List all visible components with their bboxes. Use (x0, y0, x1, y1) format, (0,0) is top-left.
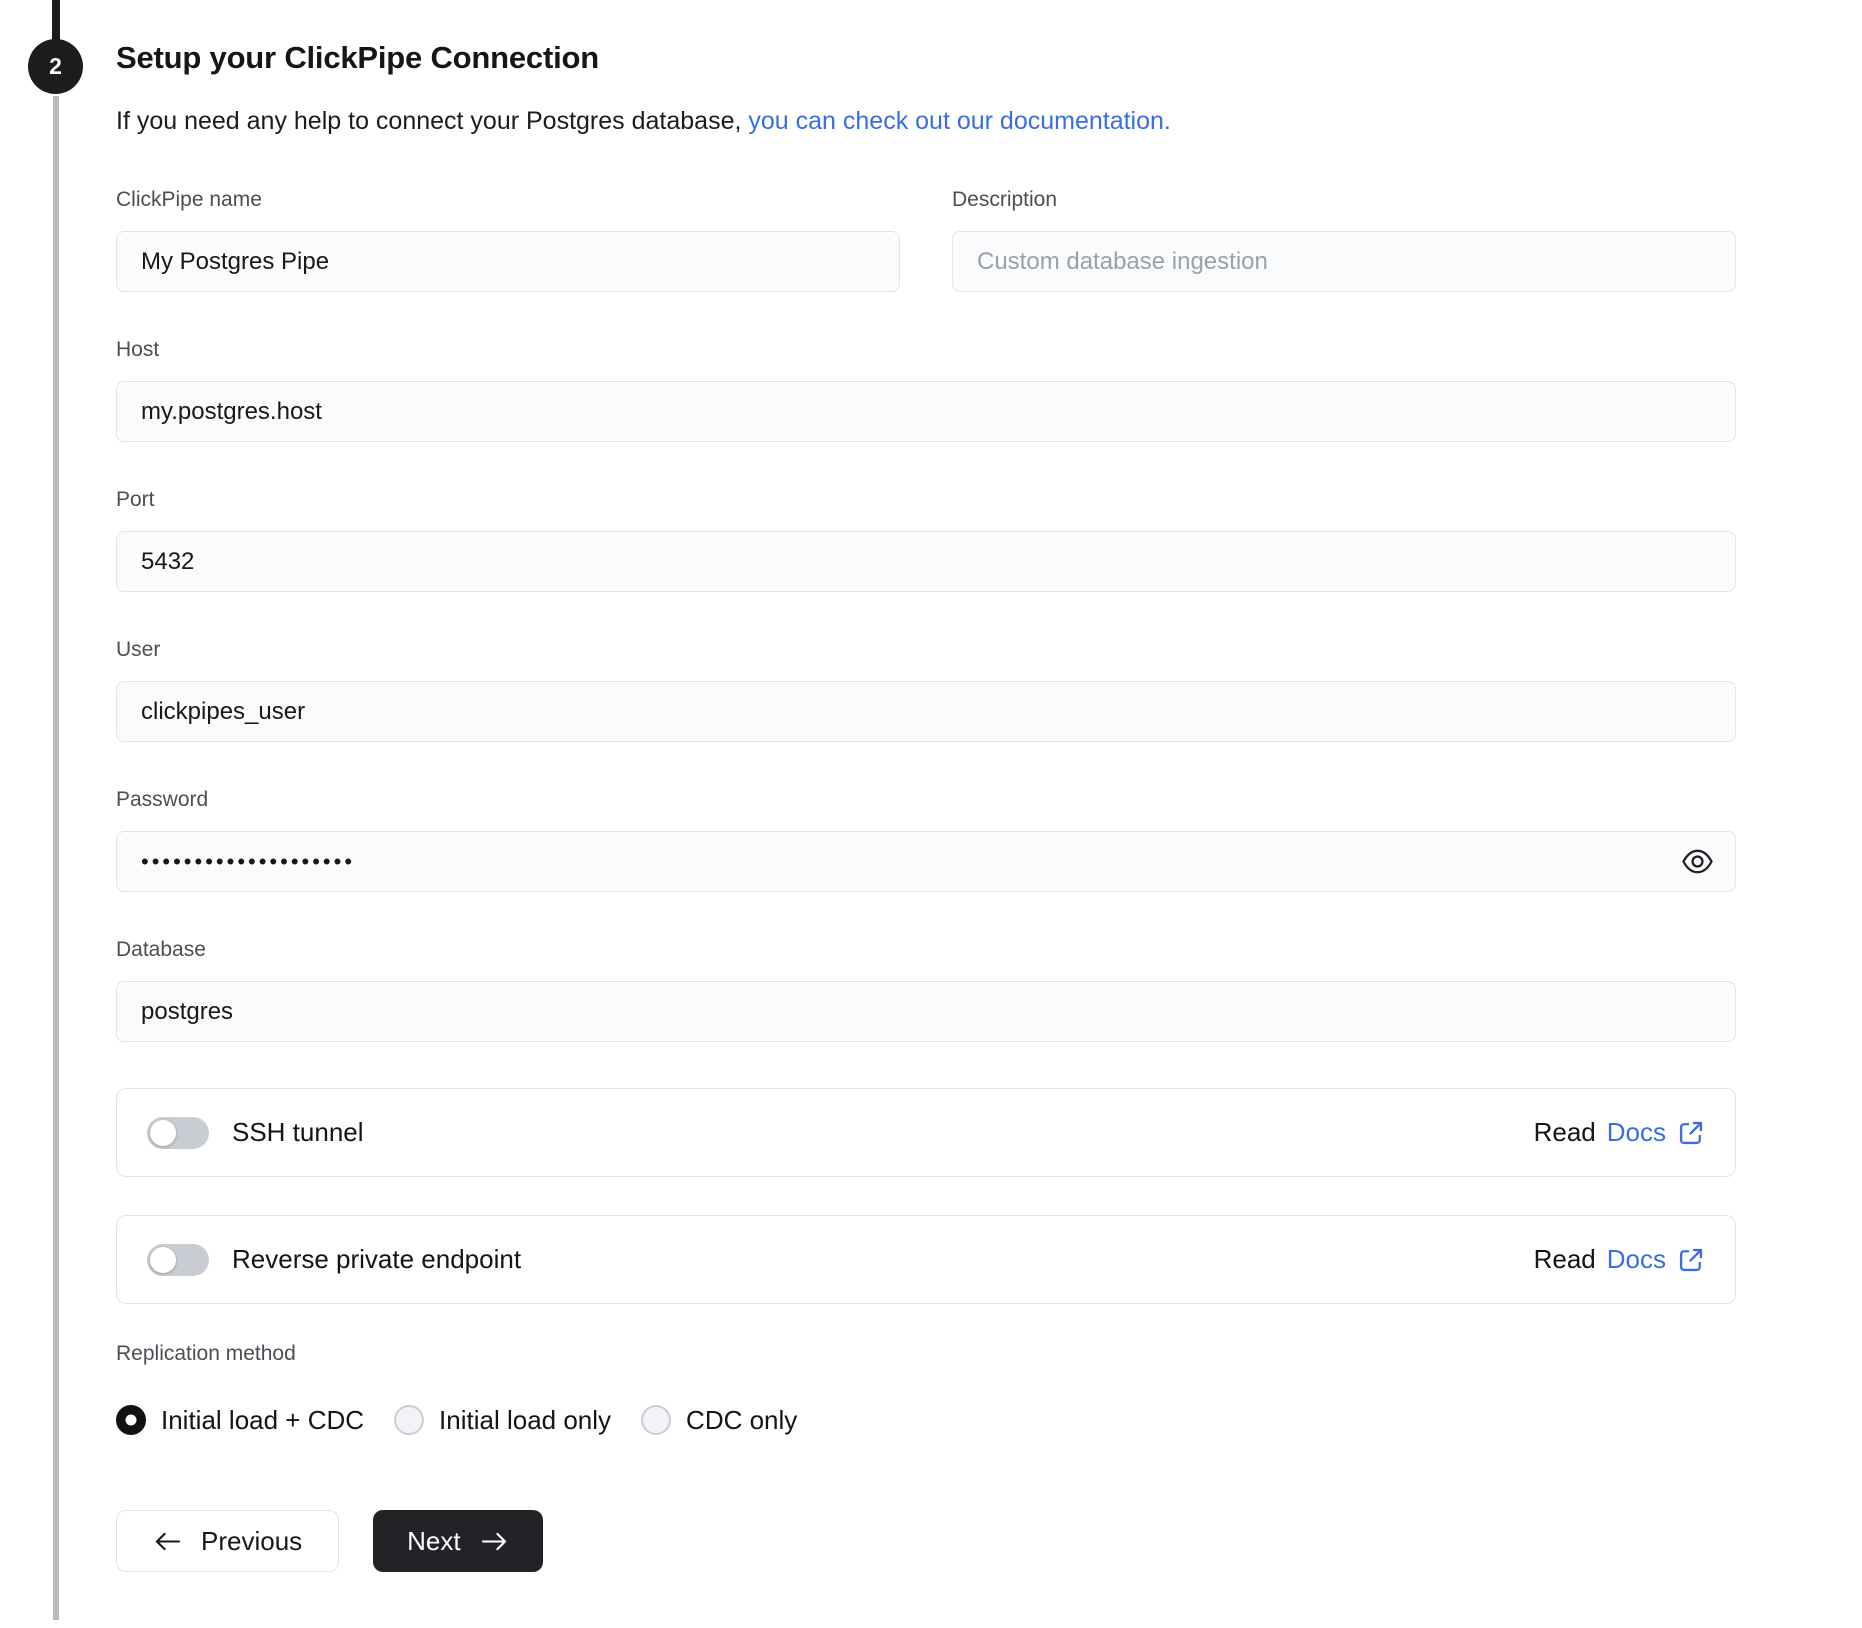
radio-option-initial-load-cdc[interactable]: Initial load + CDC (116, 1405, 364, 1436)
port-label: Port (116, 488, 155, 511)
host-label: Host (116, 338, 160, 361)
password-input[interactable] (116, 831, 1736, 892)
step-rail-top (52, 0, 60, 40)
clickpipe-name-input[interactable] (116, 231, 900, 292)
arrow-right-icon (480, 1530, 509, 1553)
external-link-icon[interactable] (1677, 1119, 1705, 1147)
host-input[interactable] (116, 381, 1736, 442)
help-text: If you need any help to connect your Pos… (116, 106, 1736, 136)
read-text: Read (1533, 1117, 1596, 1147)
port-field-group: Port (116, 488, 1736, 592)
radio-label: CDC only (686, 1404, 798, 1435)
ssh-tunnel-toggle[interactable] (147, 1116, 209, 1149)
step-number: 2 (49, 53, 62, 79)
external-link-icon[interactable] (1677, 1246, 1705, 1274)
previous-button-label: Previous (201, 1525, 303, 1556)
user-label: User (116, 638, 161, 661)
reverse-private-endpoint-card: Reverse private endpoint Read Docs (116, 1215, 1736, 1304)
radio-label: Initial load only (439, 1404, 612, 1435)
next-button-label: Next (407, 1525, 461, 1556)
description-label: Description (952, 188, 1058, 211)
eye-icon (1681, 845, 1714, 878)
arrow-left-icon (153, 1530, 182, 1553)
radio-button[interactable] (116, 1405, 146, 1435)
read-text: Read (1533, 1244, 1596, 1274)
database-field-group: Database (116, 938, 1736, 1042)
show-password-button[interactable] (1678, 843, 1716, 881)
database-input[interactable] (116, 981, 1736, 1042)
description-field-group: Description (952, 188, 1736, 292)
rpe-read-docs: Read Docs (1534, 1244, 1705, 1275)
replication-method-label: Replication method (116, 1342, 296, 1365)
clickpipe-name-field-group: ClickPipe name (116, 188, 900, 292)
password-field-group: Password (116, 788, 1736, 892)
next-button[interactable]: Next (373, 1510, 543, 1572)
port-input[interactable] (116, 531, 1736, 592)
radio-option-cdc-only[interactable]: CDC only (641, 1405, 797, 1436)
user-input[interactable] (116, 681, 1736, 742)
toggle-knob (150, 1246, 176, 1273)
radio-button[interactable] (394, 1405, 425, 1435)
radio-button[interactable] (641, 1405, 672, 1435)
toggle-knob (150, 1119, 176, 1146)
radio-option-initial-load-only[interactable]: Initial load only (394, 1405, 611, 1436)
password-label: Password (116, 788, 209, 811)
setup-connection-section: Setup your ClickPipe Connection If you n… (116, 40, 1736, 1572)
documentation-link[interactable]: you can check out our documentation. (748, 107, 1171, 135)
ssh-tunnel-label: SSH tunnel (232, 1117, 364, 1147)
database-label: Database (116, 938, 206, 961)
step-rail-bottom (53, 96, 59, 1620)
host-field-group: Host (116, 338, 1736, 442)
reverse-private-endpoint-toggle[interactable] (147, 1243, 209, 1276)
previous-button[interactable]: Previous (116, 1510, 340, 1572)
help-text-plain: If you need any help to connect your Pos… (116, 107, 749, 135)
rpe-docs-link[interactable]: Docs (1607, 1244, 1666, 1275)
user-field-group: User (116, 638, 1736, 742)
ssh-tunnel-card: SSH tunnel Read Docs (116, 1088, 1736, 1177)
page-title: Setup your ClickPipe Connection (116, 40, 599, 75)
radio-label: Initial load + CDC (161, 1404, 365, 1435)
replication-method-options: Initial load + CDC Initial load only CDC… (116, 1404, 1736, 1436)
ssh-docs-link[interactable]: Docs (1607, 1117, 1666, 1148)
reverse-private-endpoint-label: Reverse private endpoint (232, 1244, 522, 1274)
step-indicator: 2 (28, 39, 83, 94)
form-actions: Previous Next (116, 1510, 1736, 1572)
ssh-tunnel-read-docs: Read Docs (1534, 1117, 1705, 1148)
description-input[interactable] (952, 231, 1736, 292)
clickpipe-name-label: ClickPipe name (116, 188, 262, 211)
